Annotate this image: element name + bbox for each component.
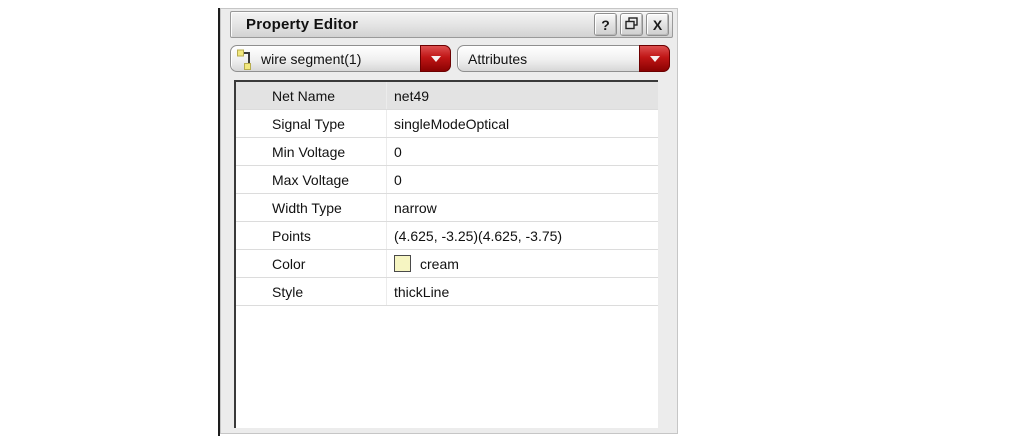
- property-value-text: net49: [394, 87, 430, 104]
- property-label: Width Type: [236, 194, 387, 221]
- property-value[interactable]: thickLine: [387, 284, 658, 300]
- object-selector-label: wire segment(1): [261, 50, 362, 67]
- property-value-text: thickLine: [394, 283, 450, 300]
- property-label: Color: [236, 250, 387, 277]
- property-row[interactable]: Color cream: [236, 250, 658, 278]
- property-value[interactable]: singleModeOptical: [387, 116, 658, 132]
- object-selector-dropdown[interactable]: wire segment(1): [230, 45, 451, 72]
- property-value[interactable]: (4.625, -3.25)(4.625, -3.75): [387, 228, 658, 244]
- restore-icon: [625, 16, 638, 33]
- property-label: Style: [236, 278, 387, 305]
- property-row[interactable]: Min Voltage 0: [236, 138, 658, 166]
- chevron-down-icon: [430, 55, 441, 62]
- view-selector-dropdown[interactable]: Attributes: [457, 45, 670, 72]
- property-row[interactable]: Signal Type singleModeOptical: [236, 110, 658, 138]
- property-value-text: (4.625, -3.25)(4.625, -3.75): [394, 227, 563, 244]
- wire-segment-icon: [235, 48, 257, 70]
- help-icon: ?: [601, 16, 610, 33]
- object-dropdown-button[interactable]: [420, 45, 451, 72]
- undock-button[interactable]: [620, 13, 643, 36]
- property-row[interactable]: Style thickLine: [236, 278, 658, 306]
- property-label: Points: [236, 222, 387, 249]
- property-value[interactable]: narrow: [387, 200, 658, 216]
- property-value-text: singleModeOptical: [394, 115, 510, 132]
- view-dropdown-button[interactable]: [639, 45, 670, 72]
- property-editor-panel: Property Editor ? X wire segment(1) Attr…: [220, 8, 678, 434]
- property-table: Net Name net49 Signal Type singleModeOptica…: [234, 80, 658, 428]
- property-value-text: 0: [394, 171, 402, 188]
- close-button[interactable]: X: [646, 13, 669, 36]
- color-swatch[interactable]: [394, 255, 411, 272]
- view-selector-label: Attributes: [468, 50, 528, 67]
- property-label: Signal Type: [236, 110, 387, 137]
- chevron-down-icon: [649, 55, 660, 62]
- property-value[interactable]: cream: [387, 255, 658, 272]
- property-row[interactable]: Max Voltage 0: [236, 166, 658, 194]
- property-row[interactable]: Net Name net49: [236, 82, 658, 110]
- property-row[interactable]: Points (4.625, -3.25)(4.625, -3.75): [236, 222, 658, 250]
- property-value-text: cream: [420, 255, 459, 272]
- selector-row: wire segment(1) Attributes: [230, 45, 673, 72]
- close-icon: X: [652, 16, 663, 33]
- page-background: Property Editor ? X wire segment(1) Attr…: [0, 0, 1013, 442]
- property-value[interactable]: 0: [387, 172, 658, 188]
- property-label: Min Voltage: [236, 138, 387, 165]
- property-value-text: narrow: [394, 199, 437, 216]
- property-row[interactable]: Width Type narrow: [236, 194, 658, 222]
- panel-titlebar[interactable]: Property Editor ? X: [230, 11, 673, 38]
- help-button[interactable]: ?: [594, 13, 617, 36]
- property-label: Net Name: [236, 82, 387, 109]
- titlebar-buttons: ? X: [594, 13, 669, 36]
- panel-title: Property Editor: [246, 16, 359, 33]
- property-value-text: 0: [394, 143, 402, 160]
- property-value[interactable]: net49: [387, 88, 658, 104]
- property-label: Max Voltage: [236, 166, 387, 193]
- property-value[interactable]: 0: [387, 144, 658, 160]
